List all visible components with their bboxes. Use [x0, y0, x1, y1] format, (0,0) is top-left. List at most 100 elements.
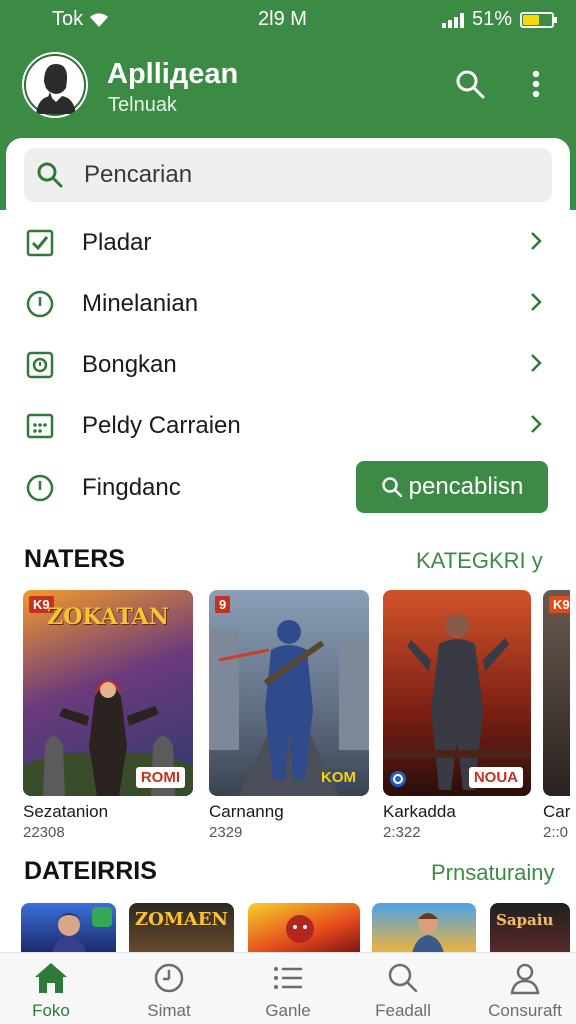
menu-item-minelanian[interactable]: Minelanian — [6, 274, 570, 334]
game-cover — [372, 903, 476, 953]
app-title: Aplliдean — [107, 58, 239, 90]
platform-icon — [390, 771, 406, 787]
game-title: Carr — [543, 802, 570, 821]
menu-item-peldy-carraien[interactable]: Peldy Carraien — [6, 396, 570, 456]
avatar[interactable] — [22, 52, 88, 118]
app-bar: Aplliдean Telnuak — [0, 48, 576, 128]
app-badge-icon — [92, 907, 112, 927]
nav-item-consuraft[interactable]: Consuraft — [470, 953, 576, 1024]
game-card[interactable]: Sapaiu — [490, 903, 570, 953]
status-bar: Tok 2Ɩ9 M 51% — [0, 0, 576, 38]
search-input[interactable]: Pencarian — [24, 148, 552, 202]
bottom-nav: Foko Simat Ganle Feadall Consuraft — [0, 952, 576, 1024]
game-title: Sezatanion — [23, 802, 109, 821]
game-logo-text: ZOMAEN — [135, 909, 228, 930]
game-corner-badge: K9 — [549, 596, 570, 613]
game-cover: K9 ZOKATAN ROMI — [23, 590, 193, 796]
game-card[interactable]: K9 ZOKATAN ROMI Sezatanion 22308 — [23, 590, 193, 841]
character-art-icon — [383, 614, 531, 790]
clock: 2Ɩ9 M — [258, 8, 307, 30]
character-art-icon — [209, 620, 369, 796]
character-art-icon — [412, 913, 444, 953]
nav-label: Simat — [147, 1001, 191, 1020]
game-card[interactable] — [248, 903, 360, 953]
battery-percent: 51% — [471, 8, 512, 30]
game-card[interactable] — [372, 903, 476, 953]
info-circle-icon — [26, 290, 54, 318]
game-cover — [21, 903, 116, 953]
game-count: 2329 — [209, 824, 243, 841]
section-title-naters: NATERS — [24, 545, 125, 573]
checkbox-icon — [26, 229, 54, 257]
menu-item-label: Pladar — [82, 229, 152, 256]
nav-item-simat[interactable]: Simat — [114, 953, 224, 1024]
calendar-icon — [26, 413, 54, 439]
menu-item-label: Minelanian — [82, 290, 199, 317]
game-badge: ROMI — [135, 767, 185, 788]
menu-item-label: Fingdanc — [82, 474, 181, 501]
chevron-right-icon — [531, 354, 542, 372]
game-cover: ZOMAEN — [129, 903, 234, 953]
search-icon — [381, 477, 402, 498]
search-placeholder: Pencarian — [84, 161, 193, 188]
game-cover: K9 — [543, 590, 570, 796]
nav-label: Foko — [32, 1001, 70, 1020]
character-art-icon — [286, 915, 314, 943]
section-title-dateirris: DATEIRRIS — [24, 857, 157, 885]
home-icon — [35, 963, 67, 993]
search-icon — [37, 162, 63, 188]
overflow-menu-button[interactable] — [518, 66, 554, 102]
game-cover: 9 KOM — [209, 590, 369, 796]
menu-item-bongkan[interactable]: Bongkan — [6, 335, 570, 395]
game-logo-text: Sapaiu — [496, 911, 554, 929]
badge-icon — [26, 351, 54, 379]
game-cover: Sapaiu — [490, 903, 570, 953]
nav-label: Ganle — [265, 1001, 311, 1020]
search-icon — [388, 963, 418, 993]
game-badge: NOUA — [468, 767, 523, 788]
nav-item-feadall[interactable]: Feadall — [348, 953, 458, 1024]
game-title: Carnanng — [209, 802, 284, 821]
game-badge: KOM — [321, 769, 356, 786]
wifi-icon — [90, 12, 109, 27]
game-cover: NOUA — [383, 590, 531, 796]
nav-label: Feadall — [375, 1001, 431, 1020]
search-action-button[interactable]: pencablisn — [356, 461, 548, 513]
header-search-button[interactable] — [452, 66, 488, 102]
nav-item-ganle[interactable]: Ganle — [233, 953, 343, 1024]
avatar-silhouette-icon — [24, 54, 86, 116]
character-art-icon — [52, 913, 86, 953]
menu-item-label: Peldy Carraien — [82, 412, 241, 439]
chevron-right-icon — [531, 415, 542, 433]
status-right: 51% — [441, 8, 557, 31]
chevron-right-icon — [531, 232, 542, 250]
game-count: 22308 — [23, 824, 65, 841]
game-card[interactable]: K9 Carr 2::0 — [543, 590, 570, 841]
more-vertical-icon — [532, 70, 540, 98]
game-card[interactable]: NOUA Karkadda 2:322 — [383, 590, 531, 841]
user-icon — [510, 963, 540, 995]
game-title: Karkadda — [383, 802, 456, 821]
nav-item-foko[interactable]: Foko — [0, 953, 106, 1024]
carrier: Tok — [52, 8, 109, 31]
game-card[interactable]: 9 KOM Carnanng 2329 — [209, 590, 369, 841]
battery-icon — [520, 11, 557, 28]
clock-icon — [154, 963, 184, 993]
list-icon — [274, 967, 302, 989]
app-subtitle: Telnuak — [108, 94, 177, 116]
section-link-prnsaturainy[interactable]: Prnsaturainy — [431, 860, 555, 886]
section-link-kategori[interactable]: KATEGKRI y — [416, 548, 543, 574]
info-circle-icon — [26, 474, 54, 502]
menu-item-label: Bongkan — [82, 351, 177, 378]
chevron-right-icon — [531, 293, 542, 311]
game-logo-text: ZOKATAN — [47, 604, 169, 630]
game-count: 2:322 — [383, 824, 421, 841]
nav-label: Consuraft — [488, 1001, 562, 1020]
signal-icon — [441, 12, 464, 28]
menu-item-pladar[interactable]: Pladar — [6, 213, 570, 273]
game-card[interactable] — [21, 903, 116, 953]
game-count: 2::0 — [543, 824, 569, 841]
main-card: Pencarian Pladar Minelanian Bongkan Peld… — [6, 138, 570, 958]
game-card[interactable]: ZOMAEN — [129, 903, 234, 953]
game-cover — [248, 903, 360, 953]
